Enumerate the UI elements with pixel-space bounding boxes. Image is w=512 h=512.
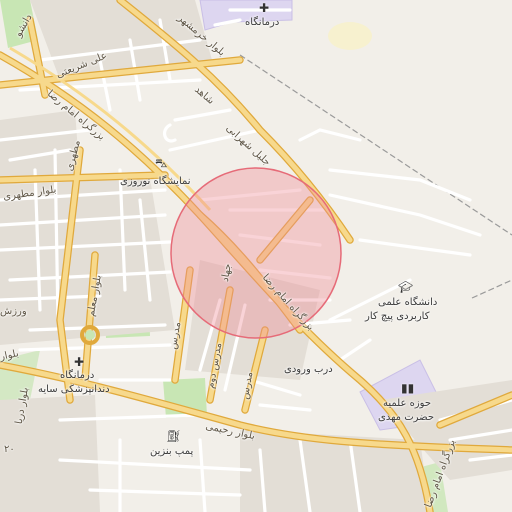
label-clinic-left-2: دندانپزشکی سایه <box>38 384 110 395</box>
label-darb: درب ورودی <box>284 364 333 375</box>
label-street-bottom-left: ۲۰ <box>4 444 15 455</box>
car-icon[interactable]: ⛍ <box>155 157 167 169</box>
map-base <box>0 0 512 512</box>
map-view[interactable]: ✚ ⛍ ✚ 🎓︎ ▮▮ ⛽︎ درمانگاه دانشو علی شریعتی… <box>0 0 512 512</box>
cross-icon[interactable]: ✚ <box>259 2 269 14</box>
fuel-pump-icon[interactable]: ⛽︎ <box>166 430 181 442</box>
label-hawza-2: حضرت مهدی <box>378 412 435 423</box>
graduation-cap-icon[interactable]: 🎓︎ <box>398 281 413 293</box>
cross-icon[interactable]: ✚ <box>74 356 84 368</box>
label-gas: پمپ بنزین <box>150 446 194 457</box>
label-clinic-top: درمانگاه <box>245 17 280 28</box>
label-nowruzi: نمایشگاه نوروزی <box>120 176 191 187</box>
label-clinic-left-1: درمانگاه <box>60 370 95 381</box>
label-uni-1: دانشگاه علمی <box>378 297 438 308</box>
building-icon[interactable]: ▮▮ <box>401 382 414 394</box>
highlight-circle <box>170 167 342 339</box>
label-hawza-1: حوزه علمیه <box>383 398 432 409</box>
label-uni-2: کاربردی پیچ کار <box>365 311 430 322</box>
label-street-varzesh: ورزش <box>0 306 27 317</box>
